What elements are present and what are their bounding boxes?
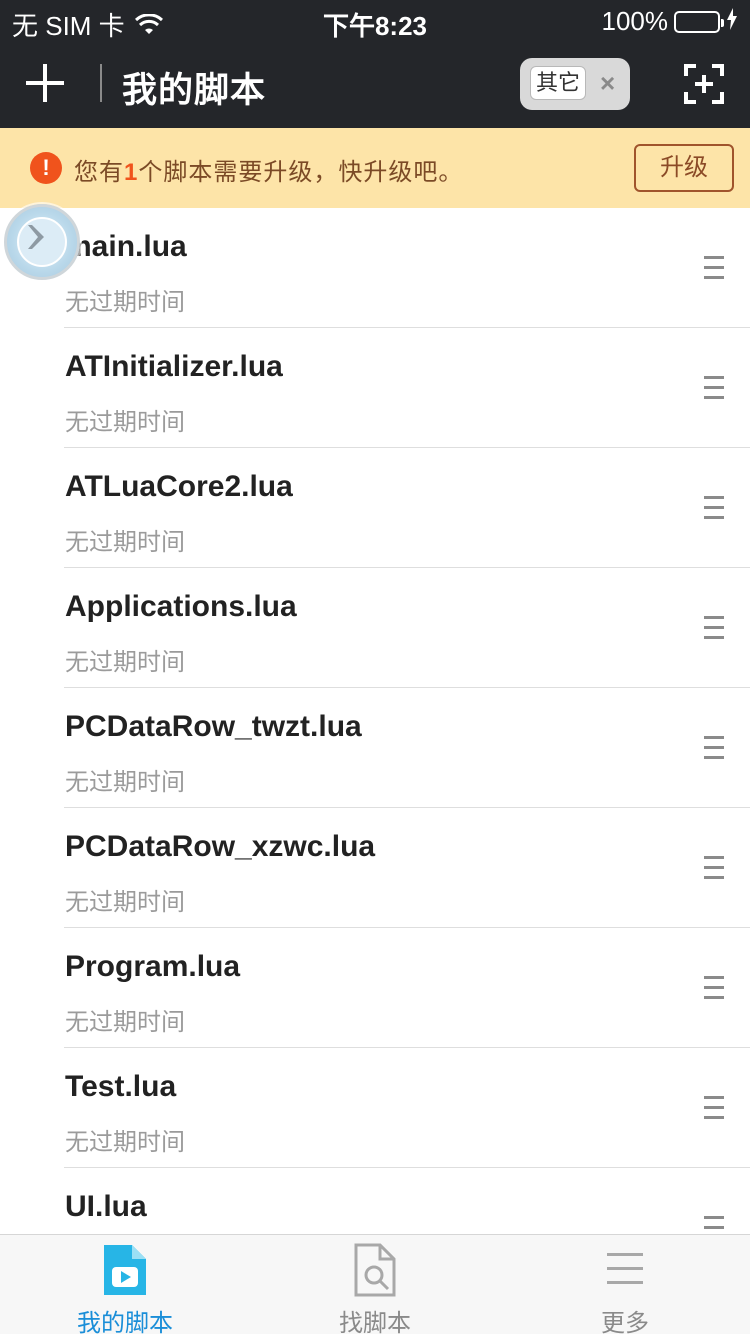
scan-icon[interactable] [684, 64, 724, 104]
page-title: 我的脚本 [122, 71, 267, 110]
close-icon[interactable]: × [600, 68, 615, 98]
list-item[interactable]: PCDataRow_xzwc.lua 无过期时间 [0, 808, 750, 928]
hamburger-menu-icon[interactable] [704, 856, 724, 880]
upgrade-notice: ! 您有1个脚本需要升级，快升级吧。 升级 [0, 128, 750, 208]
script-expiry: 无过期时间 [65, 289, 185, 316]
tab-my-scripts[interactable]: 我的脚本 [0, 1235, 250, 1334]
chevron-right-icon [28, 225, 44, 249]
notice-text: 您有1个脚本需要升级，快升级吧。 [74, 159, 464, 186]
filter-chip-label[interactable]: 其它 [530, 66, 586, 100]
tab-more[interactable]: 更多 [500, 1235, 750, 1334]
script-list: main.lua 无过期时间 ATInitializer.lua 无过期时间 A… [0, 208, 750, 1234]
list-item[interactable]: ATInitializer.lua 无过期时间 [0, 328, 750, 448]
script-expiry: 无过期时间 [65, 409, 185, 436]
hamburger-menu-icon[interactable] [704, 376, 724, 400]
list-item[interactable]: ATLuaCore2.lua 无过期时间 [0, 448, 750, 568]
script-expiry: 无过期时间 [65, 1129, 185, 1156]
file-search-icon [350, 1243, 400, 1297]
menu-lines-icon [600, 1243, 650, 1297]
list-item[interactable]: main.lua 无过期时间 [0, 208, 750, 328]
warning-icon: ! [30, 152, 62, 184]
list-item[interactable]: PCDataRow_twzt.lua 无过期时间 [0, 688, 750, 808]
script-name: Applications.lua [65, 590, 297, 623]
script-expiry: 无过期时间 [65, 529, 185, 556]
notice-count: 1 [124, 159, 139, 186]
script-name: Test.lua [65, 1070, 177, 1103]
tab-label: 我的脚本 [77, 1310, 173, 1334]
video-file-icon [100, 1243, 150, 1297]
script-expiry: 无过期时间 [65, 649, 185, 676]
tab-label: 找脚本 [339, 1310, 411, 1334]
tab-bar: 我的脚本 找脚本 更多 [0, 1234, 750, 1334]
list-item[interactable]: UI.lua [0, 1168, 750, 1234]
script-expiry: 无过期时间 [65, 889, 185, 916]
charging-icon [726, 6, 738, 37]
hamburger-menu-icon[interactable] [704, 256, 724, 280]
upgrade-button[interactable]: 升级 [634, 144, 734, 192]
script-expiry: 无过期时间 [65, 769, 185, 796]
tab-label: 更多 [601, 1310, 649, 1334]
script-name: Program.lua [65, 950, 241, 983]
battery-icon [674, 10, 724, 33]
script-name: PCDataRow_twzt.lua [65, 710, 362, 743]
nav-divider [100, 64, 102, 102]
list-item[interactable]: Program.lua 无过期时间 [0, 928, 750, 1048]
script-name: main.lua [65, 230, 187, 263]
hamburger-menu-icon[interactable] [704, 496, 724, 520]
hamburger-menu-icon[interactable] [704, 1216, 724, 1234]
tab-find-scripts[interactable]: 找脚本 [250, 1235, 500, 1334]
list-item[interactable]: Test.lua 无过期时间 [0, 1048, 750, 1168]
filter-chip[interactable]: 其它 × [520, 58, 630, 110]
script-name: ATInitializer.lua [65, 350, 283, 383]
nav-bar: 我的脚本 其它 × [0, 40, 750, 128]
hamburger-menu-icon[interactable] [704, 616, 724, 640]
add-script-button[interactable] [26, 64, 64, 102]
script-expiry: 无过期时间 [65, 1009, 185, 1036]
floating-assist-button[interactable] [4, 204, 80, 280]
status-bar: 无 SIM 卡 下午8:23 100% [0, 0, 750, 41]
script-name: PCDataRow_xzwc.lua [65, 830, 376, 863]
hamburger-menu-icon[interactable] [704, 1096, 724, 1120]
script-name: ATLuaCore2.lua [65, 470, 293, 503]
hamburger-menu-icon[interactable] [704, 976, 724, 1000]
list-item[interactable]: Applications.lua 无过期时间 [0, 568, 750, 688]
script-name: UI.lua [65, 1190, 147, 1223]
hamburger-menu-icon[interactable] [704, 736, 724, 760]
battery-percent: 100% [601, 6, 669, 36]
